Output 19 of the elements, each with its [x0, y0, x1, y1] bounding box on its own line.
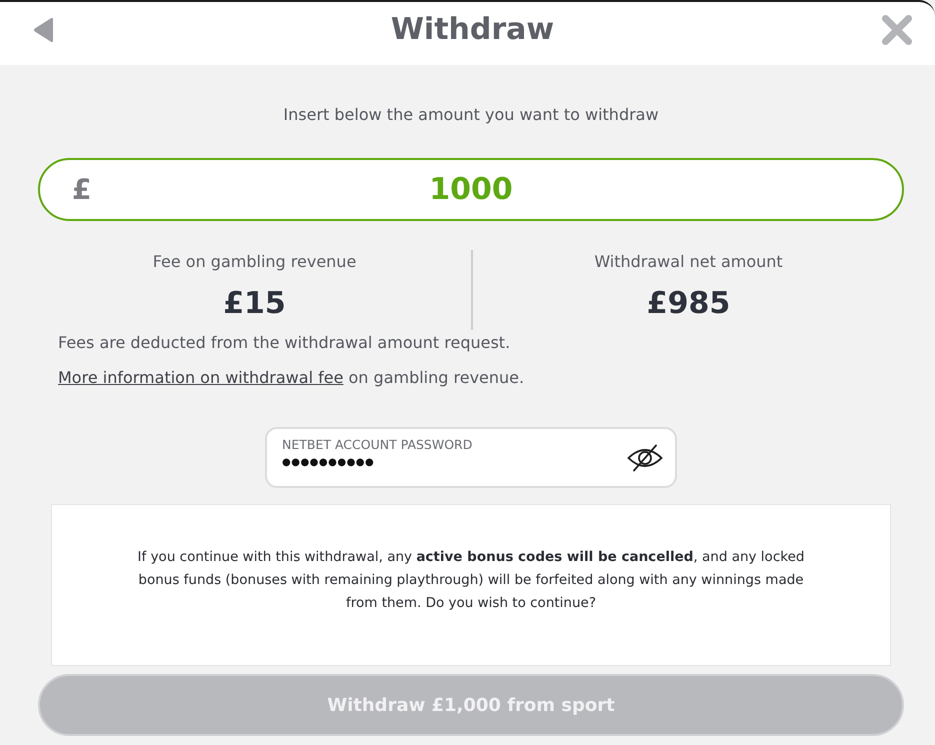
window-title: Withdraw — [390, 12, 554, 47]
warning-text: If you continue with this withdrawal, any active bonus codes will be cancelled, and any locked bonus funds (bonuses with remaining playthrough) will be forfeited along with any winnings made from them. Do you wish to continue? — [136, 548, 806, 612]
fee-amount: £15 — [223, 286, 286, 322]
currency-symbol: £ — [72, 173, 92, 206]
amount-field[interactable]: £ 1000 — [38, 158, 904, 221]
amount-prompt: Insert below the amount you want to withdraw — [282, 105, 660, 125]
fee-label: Fee on gambling revenue — [152, 252, 356, 272]
password-field[interactable]: NETBET ACCOUNT PASSWORD ●●●●●●●●●● — [265, 427, 677, 488]
fee-note: Fees are deducted from the withdrawal amount request. — [58, 332, 512, 354]
fee-amount: £985 — [646, 286, 730, 322]
info-link[interactable]: More information on withdrawal fee — [58, 368, 344, 387]
password-value: ●●●●●●●●●● — [282, 456, 374, 470]
password-label: NETBET ACCOUNT PASSWORD — [282, 437, 472, 453]
close-icon[interactable] — [882, 14, 912, 44]
fee-label: Withdrawal net amount — [594, 252, 783, 272]
eye-slash-icon[interactable] — [627, 444, 663, 472]
info-text: More information on withdrawal fee on gambling revenue. — [58, 367, 526, 389]
amount-value: 1000 — [429, 172, 513, 207]
back-icon[interactable] — [33, 16, 54, 42]
